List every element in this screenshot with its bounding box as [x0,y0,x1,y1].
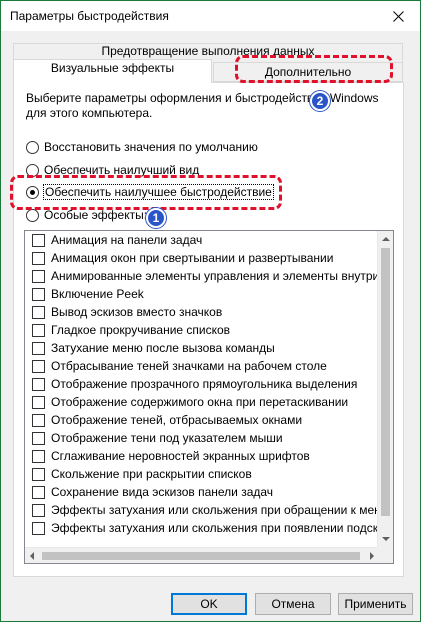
effect-label: Отображение содержимого окна при перетас… [51,395,349,409]
scroll-down-icon[interactable] [382,537,390,541]
effect-label: Эффекты затухания или скольжения при поя… [51,521,379,535]
radio-button[interactable] [26,163,39,177]
effect-list-item[interactable]: Эффекты затухания или скольжения при поя… [25,519,379,537]
radio-button[interactable] [26,140,39,154]
radio-button[interactable] [26,208,39,222]
effect-list-item[interactable]: Включение Peek [25,285,379,303]
effect-label: Затухание меню после вызова команды [51,341,275,355]
effect-label: Гладкое прокручивание списков [51,323,231,337]
effect-list-item[interactable]: Вывод эскизов вместо значков [25,303,379,321]
horizontal-scrollbar[interactable] [25,547,379,563]
effect-checkbox[interactable] [32,449,45,463]
effect-list-item[interactable]: Отображение прозрачного прямоугольника в… [25,375,379,393]
effect-label: Эффекты затухания или скольжения при обр… [51,503,379,517]
effect-list-item[interactable]: Затухание меню после вызова команды [25,339,379,357]
effect-label: Отображение тени под указателем мыши [51,431,283,445]
effect-checkbox[interactable] [32,467,45,481]
effect-label: Скольжение при раскрытии списков [51,467,252,481]
effect-list-item[interactable]: Анимация окон при свертывании и разверты… [25,249,379,267]
effect-label: Анимация окон при свертывании и разверты… [51,251,334,265]
effect-label: Анимированные элементы управления и элем… [51,269,379,283]
radio-restore-defaults[interactable]: Восстановить значения по умолчанию [26,140,258,154]
vertical-scrollbar[interactable] [377,231,393,547]
scroll-right-icon[interactable] [370,552,374,560]
apply-button[interactable]: Применить [338,593,413,615]
effect-label: Отображение прозрачного прямоугольника в… [51,377,358,391]
effect-checkbox[interactable] [32,323,45,337]
vertical-scroll-thumb[interactable] [381,248,390,516]
effect-checkbox[interactable] [32,413,45,427]
radio-label: Обеспечить наилучшее быстродействие [43,184,274,200]
effect-list-item[interactable]: Скольжение при раскрытии списков [25,465,379,483]
radio-best-performance[interactable]: Обеспечить наилучшее быстродействие [26,184,274,200]
effect-list-item[interactable]: Эффекты затухания или скольжения при обр… [25,501,379,519]
effect-checkbox[interactable] [32,287,45,301]
window-title: Параметры быстродействия [10,9,169,23]
tab-visual-effects[interactable]: Визуальные эффекты [13,59,212,83]
performance-options-window: Параметры быстродействия Предотвращение … [0,0,421,622]
effect-checkbox[interactable] [32,485,45,499]
effect-checkbox[interactable] [32,359,45,373]
effect-list-item[interactable]: Отображение теней, отбрасываемых окнами [25,411,379,429]
close-icon [392,10,404,22]
effect-checkbox[interactable] [32,305,45,319]
tab-dep-label: Предотвращение выполнения данных [101,43,315,58]
radio-label: Обеспечить наилучший вид [44,163,200,177]
description-text: Выберите параметры оформления и быстроде… [26,91,379,120]
effect-list-item[interactable]: Отображение содержимого окна при перетас… [25,393,379,411]
effects-rows: Анимация на панели задач Анимация окон пр… [25,231,379,547]
effect-checkbox[interactable] [32,341,45,355]
effect-label: Вывод эскизов вместо значков [51,305,223,319]
tab-advanced-label: Дополнительно [264,65,352,79]
title-bar: Параметры быстродействия [1,1,420,31]
effect-label: Отображение теней, отбрасываемых окнами [51,413,303,427]
effect-checkbox[interactable] [32,431,45,445]
effect-label: Включение Peek [51,287,144,301]
visual-effects-panel: Выберите параметры оформления и быстроде… [13,82,404,577]
effect-label: Сохранение вида эскизов панели задач [51,485,274,499]
effect-checkbox[interactable] [32,233,45,247]
radio-label: Восстановить значения по умолчанию [44,140,258,154]
effect-checkbox[interactable] [32,503,45,517]
effect-list-item[interactable]: Сохранение вида эскизов панели задач [25,483,379,501]
cancel-button[interactable]: Отмена [255,593,331,615]
annotation-badge-1: 1 [146,208,166,228]
scroll-up-icon[interactable] [382,237,390,241]
tab-visual-label: Визуальные эффекты [50,60,175,75]
radio-custom[interactable]: Особые эффекты: [26,208,147,222]
scroll-left-icon[interactable] [30,552,34,560]
effect-checkbox[interactable] [32,521,45,535]
ok-button[interactable]: OK [171,593,247,615]
radio-label: Особые эффекты: [44,208,148,222]
annotation-badge-2: 2 [310,91,330,111]
effect-list-item[interactable]: Гладкое прокручивание списков [25,321,379,339]
radio-button-selected[interactable] [26,185,39,199]
effect-list-item[interactable]: Отображение тени под указателем мыши [25,429,379,447]
tab-advanced[interactable]: Дополнительно [213,62,403,82]
effect-label: Сглаживание неровностей экранных шрифтов [51,449,310,463]
effects-list[interactable]: Анимация на панели задач Анимация окон пр… [24,230,394,564]
effect-list-item[interactable]: Анимированные элементы управления и элем… [25,267,379,285]
effect-label: Отбрасывание теней значками на рабочем с… [51,359,327,373]
effect-checkbox[interactable] [32,251,45,265]
radio-best-appearance[interactable]: Обеспечить наилучший вид [26,163,199,177]
effect-label: Анимация на панели задач [51,233,203,247]
effect-list-item[interactable]: Отбрасывание теней значками на рабочем с… [25,357,379,375]
scroll-corner [377,547,393,563]
effect-checkbox[interactable] [32,395,45,409]
effect-checkbox[interactable] [32,269,45,283]
effect-list-item[interactable]: Анимация на панели задач [25,231,379,249]
effect-list-item[interactable]: Сглаживание неровностей экранных шрифтов [25,447,379,465]
close-button[interactable] [376,1,420,31]
effect-checkbox[interactable] [32,377,45,391]
horizontal-scroll-thumb[interactable] [42,552,360,560]
